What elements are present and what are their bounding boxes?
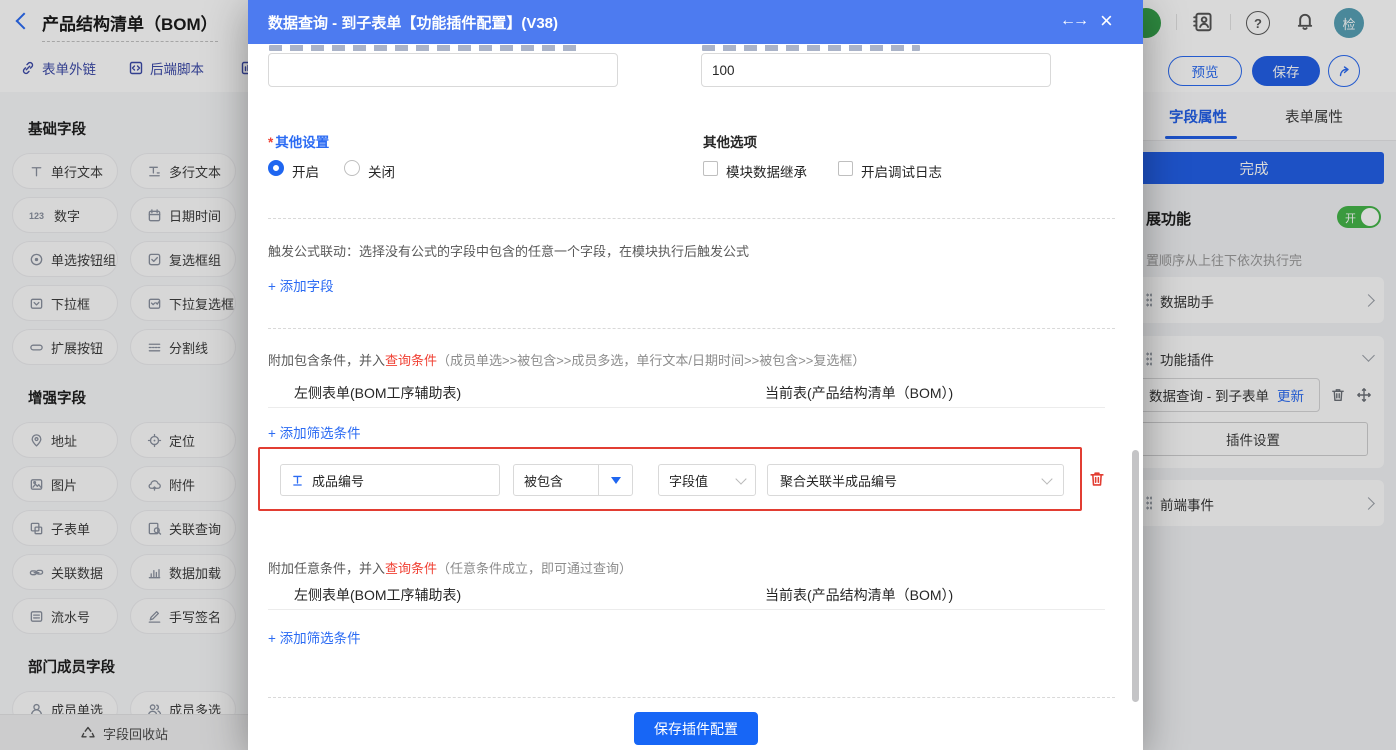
save-plugin-config-button[interactable]: 保存插件配置 bbox=[634, 712, 758, 745]
required-mark: * bbox=[268, 135, 273, 150]
solid-divider bbox=[268, 407, 1105, 408]
formula-linkage-hint: 触发公式联动：选择没有公式的字段中包含的任意一个字段，在模块执行后触发公式 bbox=[268, 241, 749, 260]
limit-count-input[interactable] bbox=[701, 53, 1051, 87]
condition-field-select[interactable]: 成品编号 bbox=[280, 464, 500, 496]
dashed-divider bbox=[268, 328, 1115, 329]
highlighted-condition-row: 成品编号 被包含 字段值 聚合关联半成品编号 bbox=[258, 447, 1082, 511]
chevron-down-icon bbox=[735, 473, 746, 484]
solid-divider bbox=[268, 609, 1105, 610]
other-options-label: 其他选项 bbox=[703, 131, 757, 151]
include-condition-title: 附加包含条件，并入查询条件（成员单选>>被包含>>成员多选，单行文本/日期时间>… bbox=[268, 350, 865, 369]
include-current-form-label: 当前表(产品结构清单（BOM）) bbox=[765, 383, 953, 403]
modal-header: 数据查询 - 到子表单【功能插件配置】(V38) ←→ × bbox=[248, 0, 1143, 44]
operator-dropdown-button[interactable] bbox=[598, 465, 632, 495]
clipped-label bbox=[702, 45, 920, 51]
query-condition-link[interactable]: 查询条件 bbox=[385, 561, 437, 576]
condition-operator-value: 被包含 bbox=[514, 471, 598, 490]
modal-close-icon[interactable]: × bbox=[1100, 8, 1113, 34]
text-field-icon bbox=[291, 474, 304, 487]
condition-delete-icon[interactable] bbox=[1088, 470, 1106, 493]
other-settings-label: *其他设置 bbox=[268, 131, 329, 151]
radio-on-label[interactable]: 开启 bbox=[292, 161, 319, 181]
app-root: 产品结构清单（BOM） 表单外链 后端脚本 bbox=[0, 0, 1396, 750]
any-left-form-label: 左侧表单(BOM工序辅助表) bbox=[294, 585, 461, 605]
radio-off[interactable] bbox=[344, 160, 360, 176]
checkbox-module-inherit[interactable] bbox=[703, 161, 718, 176]
checkbox-debug-log-label[interactable]: 开启调试日志 bbox=[861, 161, 942, 181]
radio-on[interactable] bbox=[268, 160, 284, 176]
any-current-form-label: 当前表(产品结构清单（BOM）) bbox=[765, 585, 953, 605]
config-text-input[interactable] bbox=[268, 53, 618, 87]
any-condition-title: 附加任意条件，并入查询条件（任意条件成立，即可通过查询） bbox=[268, 558, 632, 577]
checkbox-module-inherit-label[interactable]: 模块数据继承 bbox=[726, 161, 807, 181]
plugin-config-modal: 数据查询 - 到子表单【功能插件配置】(V38) ←→ × *其他设置 其他选项… bbox=[248, 0, 1143, 750]
dashed-divider bbox=[268, 218, 1115, 219]
condition-value-type-select[interactable]: 字段值 bbox=[658, 464, 756, 496]
modal-expand-icon[interactable]: ←→ bbox=[1060, 12, 1086, 30]
radio-off-label[interactable]: 关闭 bbox=[368, 161, 395, 181]
modal-title: 数据查询 - 到子表单【功能插件配置】(V38) bbox=[268, 12, 558, 33]
condition-value: 聚合关联半成品编号 bbox=[780, 471, 897, 490]
condition-operator-select[interactable]: 被包含 bbox=[513, 464, 633, 496]
blue-caret-icon bbox=[611, 477, 621, 484]
condition-value-type: 字段值 bbox=[669, 471, 708, 490]
query-condition-link[interactable]: 查询条件 bbox=[385, 353, 437, 368]
checkbox-debug-log[interactable] bbox=[838, 161, 853, 176]
condition-field-value: 成品编号 bbox=[312, 471, 364, 490]
add-field-link[interactable]: + 添加字段 bbox=[268, 275, 334, 295]
any-add-filter-link[interactable]: + 添加筛选条件 bbox=[268, 627, 361, 647]
include-left-form-label: 左侧表单(BOM工序辅助表) bbox=[294, 383, 461, 403]
include-add-filter-link[interactable]: + 添加筛选条件 bbox=[268, 422, 361, 442]
clipped-label bbox=[269, 45, 581, 51]
condition-value-select[interactable]: 聚合关联半成品编号 bbox=[767, 464, 1064, 496]
chevron-down-icon bbox=[1041, 473, 1052, 484]
modal-scrollbar-thumb[interactable] bbox=[1132, 450, 1139, 702]
dashed-divider bbox=[268, 697, 1115, 698]
